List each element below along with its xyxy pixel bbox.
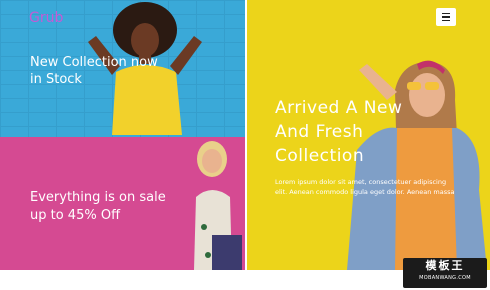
watermark-name: 模板王 (425, 259, 465, 272)
hamburger-icon (442, 12, 450, 23)
tile-title: New Collection now in Stock (30, 55, 158, 87)
menu-button[interactable] (436, 8, 456, 26)
tile-title: Everything is on sale up to 45% Off (30, 190, 166, 223)
brand-logo[interactable]: Grub (29, 10, 63, 26)
tile-body-text: Lorem ipsum dolor sit amet, consectetuer… (275, 178, 455, 196)
hero-tile-fresh-collection[interactable]: Arrived A New And Fresh Collection Lorem… (247, 0, 490, 270)
tile-title: Arrived A New And Fresh Collection (275, 98, 403, 166)
watermark-url: MOBANWANG.COM (419, 275, 471, 281)
watermark-badge: 模板王 MOBANWANG.COM (403, 258, 487, 288)
hero-tile-sale[interactable]: Everything is on sale up to 45% Off (0, 137, 245, 270)
